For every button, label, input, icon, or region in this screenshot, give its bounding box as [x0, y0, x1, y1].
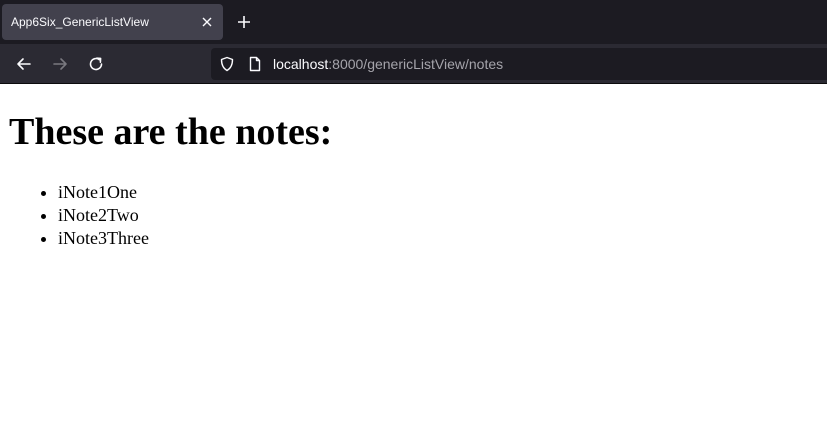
reload-icon	[89, 57, 103, 71]
list-item: iNote1One	[58, 181, 149, 204]
tab-bar: App6Six_GenericListView	[0, 0, 827, 44]
back-arrow-icon	[17, 58, 31, 70]
forward-button[interactable]	[51, 55, 69, 73]
forward-arrow-icon	[53, 58, 67, 70]
page-content: These are the notes: iNote1One iNote2Two…	[0, 85, 827, 438]
tracking-protection-button[interactable]	[219, 56, 235, 72]
site-info-button[interactable]	[247, 56, 263, 72]
back-button[interactable]	[15, 55, 33, 73]
tab-close-button[interactable]	[200, 15, 214, 29]
shield-icon	[220, 56, 234, 72]
nav-toolbar: localhost:8000/genericListView/notes	[0, 44, 827, 84]
page-icon	[249, 56, 261, 72]
url-path: :8000/genericListView/notes	[328, 56, 504, 72]
list-item: iNote2Two	[58, 204, 149, 227]
notes-list: iNote1One iNote2Two iNote3Three	[0, 181, 149, 250]
url-text: localhost:8000/genericListView/notes	[273, 56, 503, 72]
close-icon	[202, 17, 212, 27]
new-tab-button[interactable]	[235, 13, 253, 31]
tab-title: App6Six_GenericListView	[11, 15, 149, 29]
url-host: localhost	[273, 56, 329, 72]
tab-active[interactable]: App6Six_GenericListView	[2, 4, 223, 40]
plus-icon	[238, 16, 250, 28]
list-item: iNote3Three	[58, 227, 149, 250]
page-heading: These are the notes:	[9, 111, 333, 153]
reload-button[interactable]	[87, 55, 105, 73]
address-bar[interactable]: localhost:8000/genericListView/notes	[211, 48, 827, 80]
